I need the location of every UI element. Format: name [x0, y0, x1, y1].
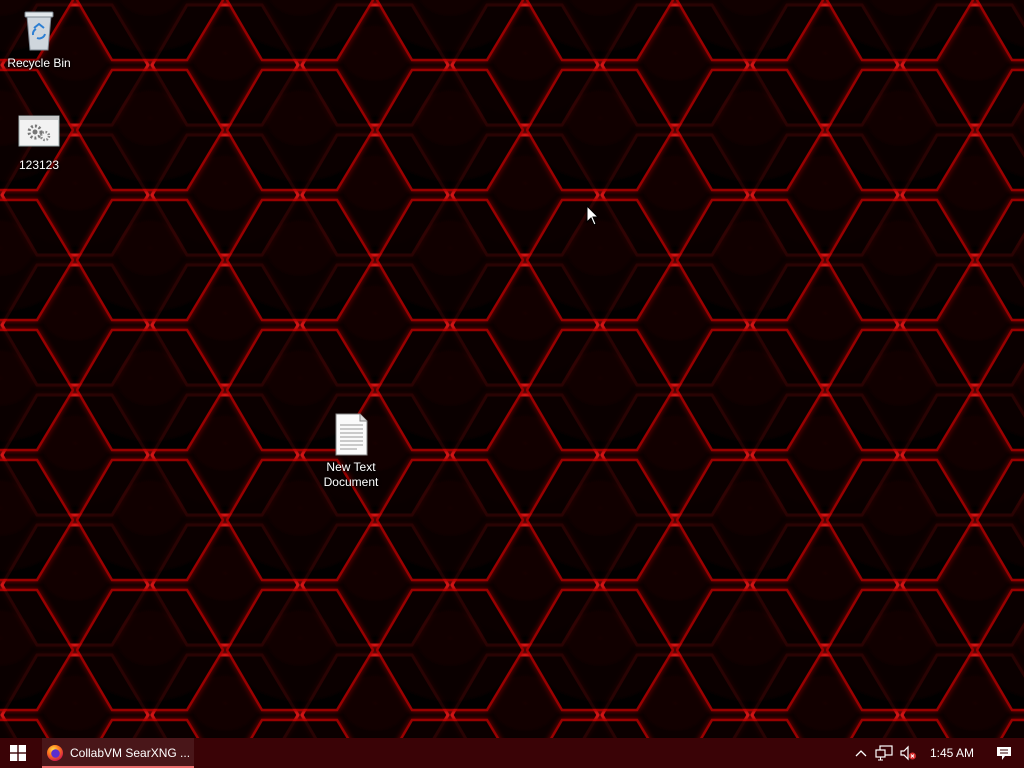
123123-label: 123123	[18, 158, 60, 172]
volume-muted-icon	[900, 745, 916, 761]
chevron-up-icon	[855, 750, 867, 757]
firefox-window-title: CollabVM SearXNG ...	[70, 746, 191, 760]
taskbar-clock[interactable]: 1:45 AM	[920, 738, 984, 768]
volume-button[interactable]	[896, 738, 920, 768]
windows-logo-icon	[10, 745, 26, 761]
taskbar: CollabVM SearXNG ... 1:45 AM	[0, 738, 1024, 768]
recycle-bin-label: Recycle Bin	[7, 56, 71, 70]
new-text-document-label: New Text Document	[323, 460, 379, 489]
network-icon	[875, 745, 893, 761]
firefox-icon	[47, 745, 63, 761]
taskbar-window-firefox[interactable]: CollabVM SearXNG ...	[42, 738, 194, 768]
network-button[interactable]	[872, 738, 896, 768]
system-tray: 1:45 AM	[850, 738, 1024, 768]
settings-shortcut-icon	[15, 110, 63, 154]
mouse-cursor-icon	[586, 205, 600, 226]
action-center-icon	[997, 746, 1011, 760]
desktop-icon-123123[interactable]: 123123	[1, 110, 77, 173]
text-document-icon	[327, 412, 375, 456]
recycle-bin-icon	[15, 8, 63, 52]
desktop-wallpaper	[0, 0, 1024, 738]
desktop-icon-recycle-bin[interactable]: Recycle Bin	[1, 8, 77, 71]
desktop-icon-new-text-document[interactable]: New Text Document	[313, 412, 389, 490]
action-center-button[interactable]	[984, 738, 1024, 768]
show-hidden-icons-button[interactable]	[850, 738, 872, 768]
start-button[interactable]	[0, 738, 36, 768]
